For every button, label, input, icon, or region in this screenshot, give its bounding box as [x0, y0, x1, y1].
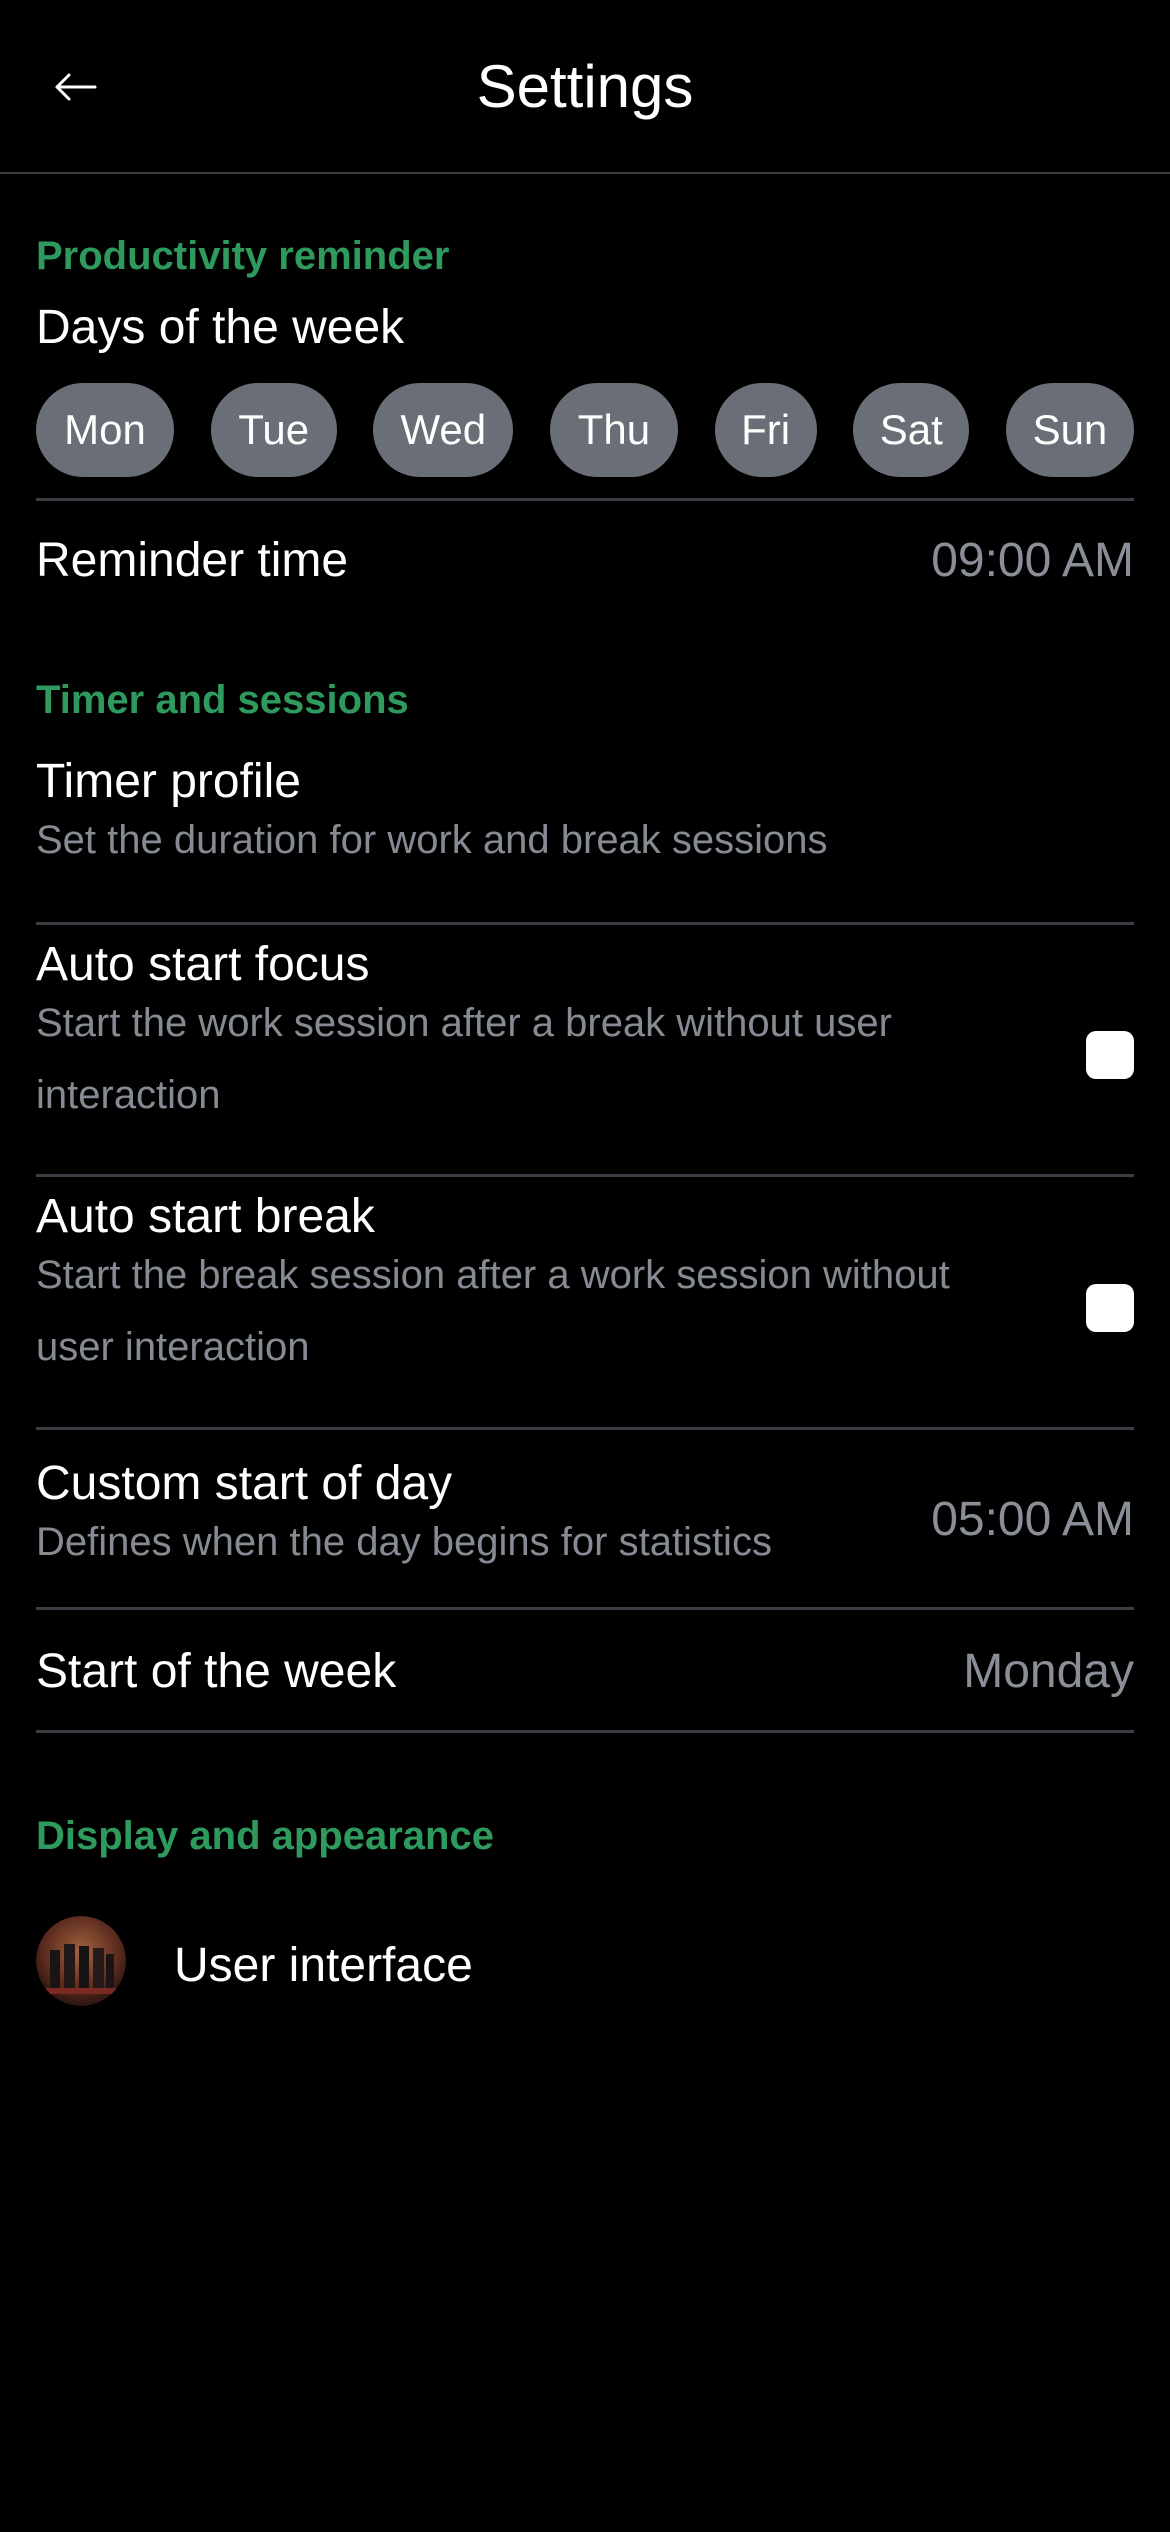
- user-interface-row[interactable]: User interface: [36, 1904, 1134, 2024]
- auto-start-break-subtitle-line1: Start the break session after a work ses…: [36, 1253, 950, 1297]
- day-chip-wed[interactable]: Wed: [373, 383, 514, 477]
- divider: [36, 1730, 1134, 1733]
- auto-start-break-checkbox[interactable]: [1086, 1284, 1134, 1332]
- timer-profile-row[interactable]: Timer profile Set the duration for work …: [36, 754, 1134, 920]
- auto-start-break-subtitle-line2: user interaction: [36, 1325, 310, 1369]
- section-header-timer: Timer and sessions: [36, 678, 409, 722]
- timer-profile-title: Timer profile: [36, 755, 301, 808]
- auto-start-focus-row[interactable]: Auto start focus Start the work session …: [36, 925, 1134, 1175]
- auto-start-break-title: Auto start break: [36, 1190, 375, 1243]
- day-chip-sat[interactable]: Sat: [853, 383, 970, 477]
- user-interface-title: User interface: [174, 1939, 473, 1992]
- start-of-week-row[interactable]: Start of the week Monday: [36, 1610, 1134, 1730]
- reminder-time-label: Reminder time: [36, 534, 349, 587]
- top-app-bar: Settings: [0, 0, 1170, 174]
- page-title: Settings: [476, 53, 694, 120]
- auto-start-focus-subtitle-line1: Start the work session after a break wit…: [36, 1001, 892, 1045]
- auto-start-focus-subtitle-line2: interaction: [36, 1073, 221, 1117]
- auto-start-break-row[interactable]: Auto start break Start the break session…: [36, 1177, 1134, 1427]
- custom-start-of-day-row[interactable]: Custom start of day Defines when the day…: [36, 1430, 1134, 1606]
- day-chip-sun[interactable]: Sun: [1005, 383, 1134, 477]
- auto-start-focus-title: Auto start focus: [36, 938, 370, 991]
- custom-start-of-day-value: 05:00 AM: [931, 1493, 1134, 1546]
- section-header-productivity: Productivity reminder: [36, 234, 450, 278]
- day-chip-thu[interactable]: Thu: [549, 383, 678, 477]
- custom-start-of-day-subtitle: Defines when the day begins for statisti…: [36, 1520, 772, 1564]
- start-of-week-title: Start of the week: [36, 1645, 397, 1698]
- section-header-display: Display and appearance: [36, 1814, 494, 1858]
- days-of-week-label: Days of the week: [36, 301, 405, 354]
- timer-profile-subtitle: Set the duration for work and break sess…: [36, 818, 828, 862]
- day-chip-fri[interactable]: Fri: [714, 383, 817, 477]
- day-chip-tue[interactable]: Tue: [210, 383, 337, 477]
- reminder-time-row[interactable]: Reminder time 09:00 AM: [36, 501, 1134, 611]
- day-chip-mon[interactable]: Mon: [36, 383, 174, 477]
- custom-start-of-day-title: Custom start of day: [36, 1457, 453, 1510]
- start-of-week-value: Monday: [963, 1645, 1134, 1698]
- days-of-week-selector: Mon Tue Wed Thu Fri Sat Sun: [36, 382, 1134, 478]
- reminder-time-value: 09:00 AM: [931, 534, 1134, 587]
- auto-start-focus-checkbox[interactable]: [1086, 1031, 1134, 1079]
- user-interface-avatar-icon: [36, 1916, 126, 2006]
